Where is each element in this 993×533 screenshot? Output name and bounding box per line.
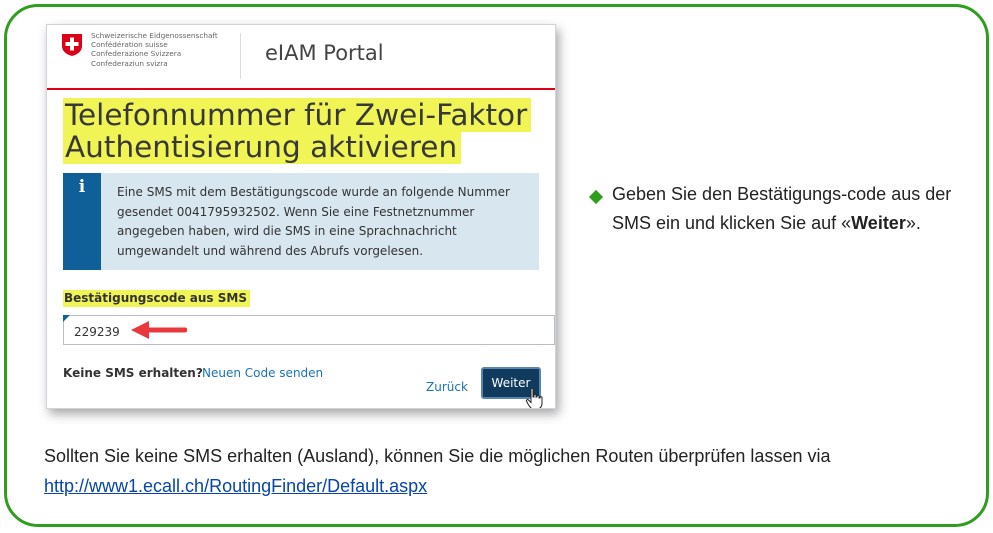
portal-title: eIAM Portal [265, 41, 384, 65]
confed-line: Confederaziun svizra [91, 58, 168, 68]
page-title-line1: Telefonnummer für Zwei-Faktor [63, 98, 532, 132]
routing-note: Sollten Sie keine SMS erhalten (Ausland)… [44, 441, 944, 501]
confederation-names: Schweizerische Eidgenossenschaft Confédé… [91, 31, 218, 68]
instruction-emphasis: Weiter [851, 212, 906, 233]
code-field-label: Bestätigungscode aus SMS [63, 290, 250, 307]
input-focus-marker [63, 315, 70, 322]
instruction-text: Geben Sie den Bestätigungs-code aus der … [612, 180, 972, 237]
page-title: Telefonnummer für Zwei-Faktor Authentisi… [63, 98, 532, 164]
header-divider [240, 33, 241, 79]
confed-line: Confédération suisse [91, 40, 168, 50]
no-sms-label: Keine SMS erhalten? [63, 366, 203, 380]
info-message: i Eine SMS mit dem Bestätigungscode wurd… [63, 173, 539, 270]
swiss-cross-icon [62, 34, 82, 56]
confed-line: Confederazione Svizzera [91, 49, 182, 59]
routing-note-text: Sollten Sie keine SMS erhalten (Ausland)… [44, 446, 831, 466]
instruction-text-end: ». [905, 212, 921, 233]
back-link[interactable]: Zurück [426, 380, 468, 394]
routing-finder-link[interactable]: http://www1.ecall.ch/RoutingFinder/Defau… [44, 476, 427, 496]
red-arrow-icon [131, 321, 187, 339]
resend-code-link[interactable]: Neuen Code senden [202, 366, 323, 380]
portal-header: Schweizerische Eidgenossenschaft Confédé… [47, 25, 555, 90]
confed-line: Schweizerische Eidgenossenschaft [91, 31, 218, 40]
info-message-text: Eine SMS mit dem Bestätigungscode wurde … [117, 185, 510, 258]
hand-cursor-icon [525, 387, 543, 408]
eiam-screenshot: Schweizerische Eidgenossenschaft Confédé… [46, 24, 556, 409]
info-icon: i [63, 173, 101, 270]
page-title-line2: Authentisierung aktivieren [63, 130, 462, 164]
